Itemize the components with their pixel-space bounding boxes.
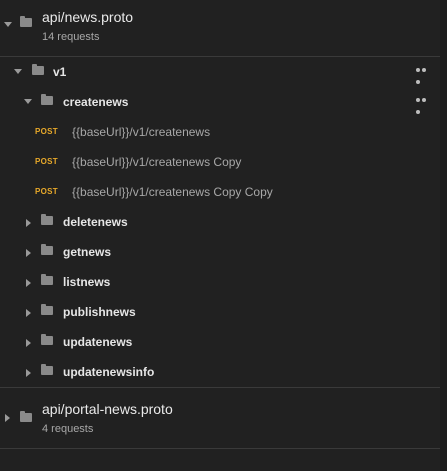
folder-icon xyxy=(20,16,32,27)
folder-label: deletenews xyxy=(63,215,128,229)
request-name: {{baseUrl}}/v1/createnews xyxy=(72,125,211,139)
request-row[interactable]: POST {{baseUrl}}/v1/createnews xyxy=(0,117,440,147)
folder-row-deletenews[interactable]: deletenews xyxy=(0,207,440,237)
folder-row-updatenewsinfo[interactable]: updatenewsinfo xyxy=(0,357,440,388)
folder-row-createnews[interactable]: createnews xyxy=(0,87,440,117)
request-name: {{baseUrl}}/v1/createnews Copy Copy xyxy=(72,185,273,199)
folder-label: updatenewsinfo xyxy=(63,365,155,379)
folder-icon xyxy=(41,214,53,225)
caret-down-icon[interactable] xyxy=(14,69,22,74)
folder-row-publishnews[interactable]: publishnews xyxy=(0,297,440,327)
caret-right-icon[interactable] xyxy=(26,309,31,317)
folder-label: getnews xyxy=(63,245,112,259)
collections-sidebar: api/news.proto 14 requests v1 createnews… xyxy=(0,0,440,471)
scrollbar[interactable] xyxy=(440,0,447,471)
caret-right-icon[interactable] xyxy=(26,339,31,347)
folder-label: createnews xyxy=(63,95,129,109)
caret-down-icon[interactable] xyxy=(24,99,32,104)
request-name: {{baseUrl}}/v1/createnews Copy xyxy=(72,155,242,169)
collection-request-count: 14 requests xyxy=(42,31,100,43)
folder-row-getnews[interactable]: getnews xyxy=(0,237,440,267)
collection-item-portal-news-proto[interactable]: api/portal-news.proto 4 requests xyxy=(0,388,440,449)
folder-icon xyxy=(20,411,32,422)
folder-icon xyxy=(41,364,53,375)
folder-label: updatenews xyxy=(63,335,133,349)
method-badge: POST xyxy=(35,127,58,136)
folder-row-listnews[interactable]: listnews xyxy=(0,267,440,297)
caret-right-icon[interactable] xyxy=(26,279,31,287)
folder-icon xyxy=(32,64,44,75)
folder-icon xyxy=(41,274,53,285)
folder-icon xyxy=(41,94,53,105)
folder-row-updatenews[interactable]: updatenews xyxy=(0,327,440,357)
folder-icon xyxy=(41,304,53,315)
caret-right-icon[interactable] xyxy=(5,414,10,422)
caret-right-icon[interactable] xyxy=(26,219,31,227)
collection-item-news-proto[interactable]: api/news.proto 14 requests xyxy=(0,0,440,57)
collection-request-count: 4 requests xyxy=(42,423,94,435)
request-row[interactable]: POST {{baseUrl}}/v1/createnews Copy Copy xyxy=(0,177,440,207)
folder-label: listnews xyxy=(63,275,111,289)
caret-down-icon[interactable] xyxy=(4,22,12,27)
folder-label: v1 xyxy=(53,65,67,79)
method-badge: POST xyxy=(35,157,58,166)
collection-name: api/news.proto xyxy=(42,9,134,25)
more-options-icon[interactable] xyxy=(416,93,432,115)
caret-right-icon[interactable] xyxy=(26,249,31,257)
folder-label: publishnews xyxy=(63,305,136,319)
collection-name: api/portal-news.proto xyxy=(42,401,173,417)
folder-icon xyxy=(41,334,53,345)
caret-right-icon[interactable] xyxy=(26,369,31,377)
request-row[interactable]: POST {{baseUrl}}/v1/createnews Copy xyxy=(0,147,440,177)
folder-icon xyxy=(41,244,53,255)
more-options-icon[interactable] xyxy=(416,63,432,85)
method-badge: POST xyxy=(35,187,58,196)
folder-row-v1[interactable]: v1 xyxy=(0,57,440,87)
